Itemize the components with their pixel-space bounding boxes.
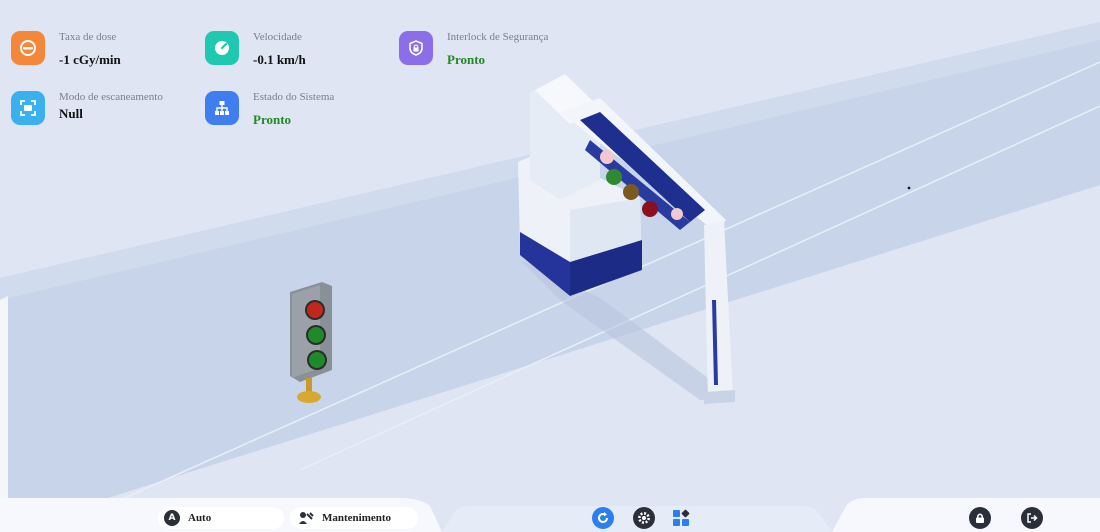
metric-system-state: Estado do Sistema Pronto (205, 91, 334, 128)
gear-icon[interactable] (633, 507, 655, 529)
logout-icon[interactable] (1021, 507, 1043, 529)
grid-icon[interactable] (670, 507, 692, 529)
auto-label: Auto (188, 512, 212, 524)
dose-rate-label: Taxa de dose (59, 31, 117, 43)
gauge-icon (205, 31, 239, 65)
metric-interlock: Interlock de Segurança Pronto (399, 31, 548, 68)
scan-frame-icon (11, 91, 45, 125)
metric-speed: Velocidade -0.1 km/h (205, 31, 306, 68)
interlock-label: Interlock de Segurança (447, 31, 549, 43)
scan-mode-value: Null (59, 106, 83, 121)
sitemap-icon (205, 91, 239, 125)
speedometer-icon (11, 31, 45, 65)
auto-mode-button[interactable]: A Auto (158, 507, 284, 529)
maintenance-mode-button[interactable]: Mantenimento (290, 507, 418, 529)
speed-label: Velocidade (253, 31, 302, 43)
wrench-person-icon (298, 510, 314, 526)
speed-value: -0.1 km/h (253, 52, 306, 67)
shield-lock-icon (399, 31, 433, 65)
lock-icon[interactable] (969, 507, 991, 529)
system-state-label: Estado do Sistema (253, 91, 335, 103)
metric-dose-rate: Taxa de dose -1 cGy/min (11, 31, 121, 68)
dose-rate-value: -1 cGy/min (59, 52, 121, 67)
refresh-icon[interactable] (592, 507, 614, 529)
auto-icon: A (164, 510, 180, 526)
metric-scan-mode: Modo de escaneamento Null (11, 91, 163, 125)
interlock-value: Pronto (447, 52, 486, 67)
scan-mode-label: Modo de escaneamento (59, 91, 163, 103)
scan-scene-3d (0, 0, 1100, 532)
system-state-value: Pronto (253, 112, 292, 127)
maintenance-label: Mantenimento (322, 512, 392, 524)
